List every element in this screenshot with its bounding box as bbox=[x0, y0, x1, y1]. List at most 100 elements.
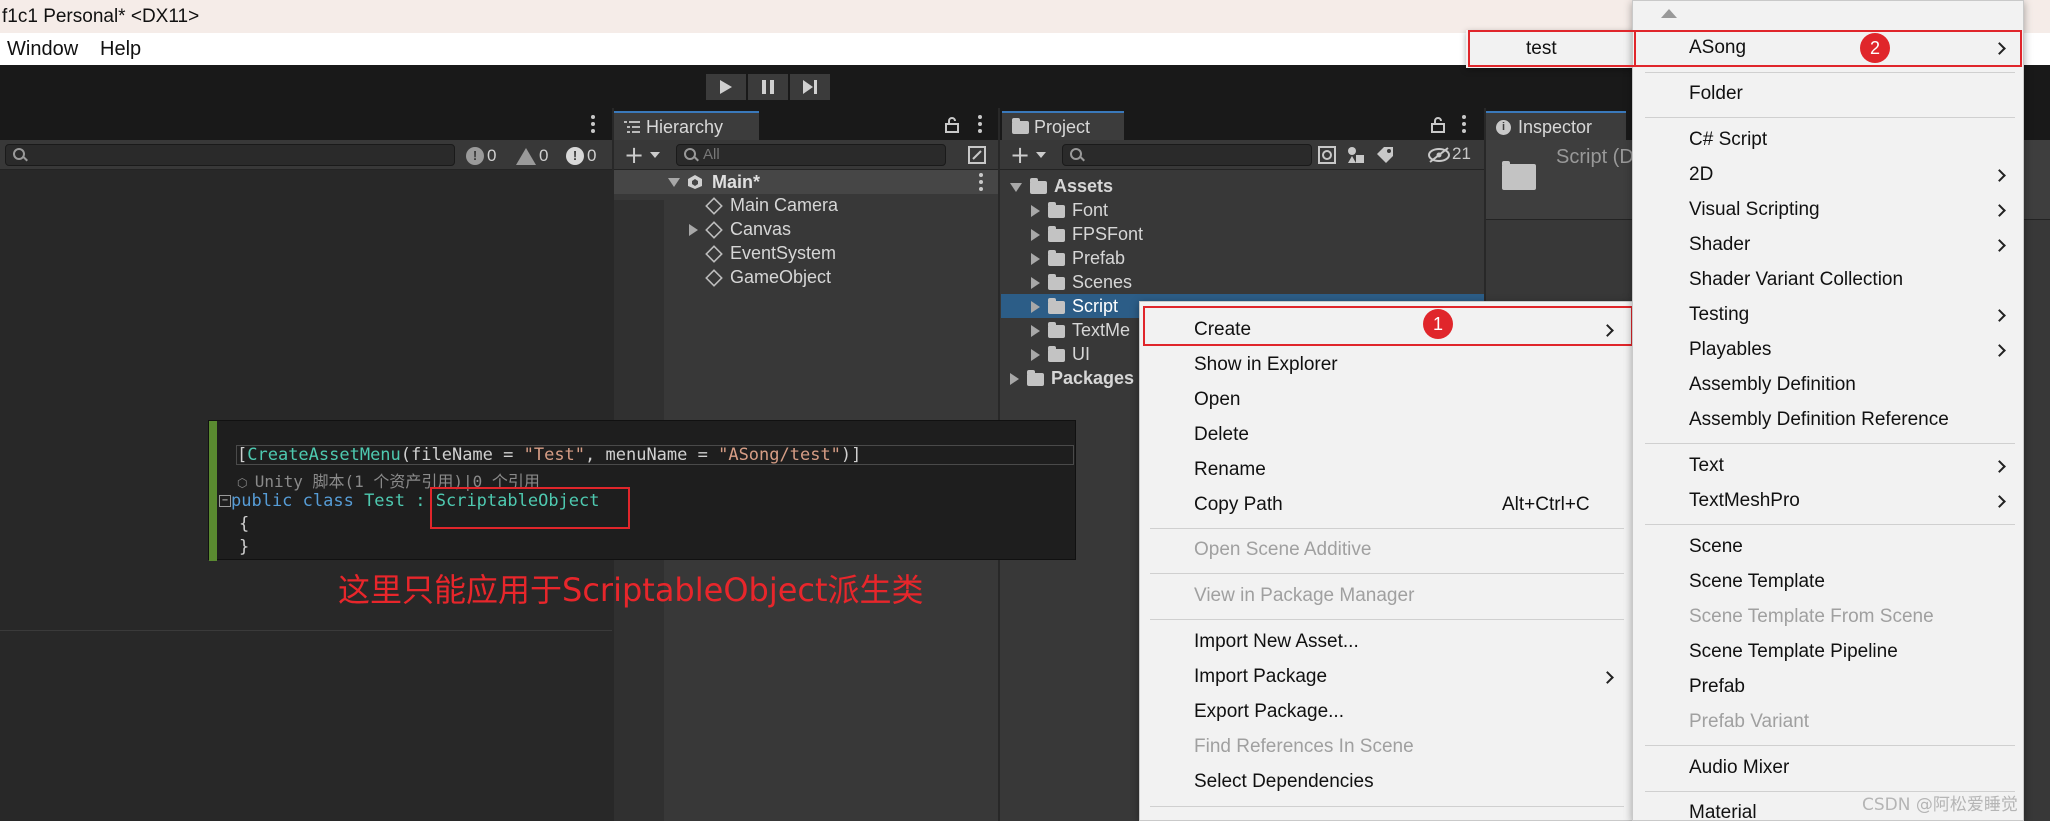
menu-item-playables[interactable]: Playables bbox=[1689, 335, 2019, 365]
menu-item-view-in-package-manager: View in Package Manager bbox=[1194, 585, 1415, 606]
expand-icon[interactable] bbox=[1031, 229, 1040, 242]
expand-icon[interactable] bbox=[668, 178, 680, 187]
unity-scene-icon bbox=[688, 175, 702, 189]
menu-item-shader[interactable]: Shader bbox=[1689, 230, 2019, 260]
code-token: [ bbox=[237, 445, 248, 465]
menu-item-prefab[interactable]: Prefab bbox=[1689, 672, 1745, 702]
search-by-type-icon[interactable] bbox=[1318, 146, 1336, 164]
code-line-4: { bbox=[239, 514, 250, 534]
step-button[interactable] bbox=[790, 74, 830, 100]
menu-window[interactable]: Window bbox=[7, 33, 78, 65]
menu-item-copy-path[interactable]: Copy Path Alt+Ctrl+C bbox=[1194, 490, 1614, 520]
menu-item-select-dependencies[interactable]: Select Dependencies bbox=[1194, 767, 1374, 797]
menu-item-textmeshpro[interactable]: TextMeshPro bbox=[1689, 486, 2019, 516]
tab-hierarchy-label: Hierarchy bbox=[646, 117, 724, 137]
project-folder-textmeshpro[interactable]: TextMe bbox=[1031, 318, 1130, 342]
expand-icon[interactable] bbox=[1031, 205, 1040, 218]
hierarchy-item-eventsystem[interactable]: EventSystem bbox=[705, 241, 836, 265]
expand-icon[interactable] bbox=[1031, 253, 1040, 266]
hierarchy-item-canvas[interactable]: Canvas bbox=[689, 217, 791, 241]
scene-row[interactable]: Main* bbox=[614, 170, 998, 194]
project-folder-script[interactable]: Script bbox=[1031, 294, 1118, 318]
menu-item-open[interactable]: Open bbox=[1194, 385, 1240, 415]
expand-icon[interactable] bbox=[1031, 277, 1040, 290]
project-folder-fpsfont[interactable]: FPSFont bbox=[1031, 222, 1143, 246]
project-folder-ui[interactable]: UI bbox=[1031, 342, 1090, 366]
add-icon[interactable]: + bbox=[1010, 141, 1030, 169]
menu-item-rename[interactable]: Rename bbox=[1194, 455, 1266, 485]
lock-icon[interactable] bbox=[1431, 117, 1445, 133]
menu-item-shader-variant-collection[interactable]: Shader Variant Collection bbox=[1689, 265, 1903, 295]
expand-icon[interactable] bbox=[689, 224, 698, 237]
hierarchy-item-gameobject[interactable]: GameObject bbox=[705, 265, 831, 289]
console-tabbar bbox=[0, 108, 612, 140]
menu-item-export-package[interactable]: Export Package... bbox=[1194, 697, 1344, 727]
collapse-icon[interactable]: − bbox=[219, 495, 231, 507]
add-icon[interactable]: + bbox=[624, 141, 644, 169]
submenu-arrow-icon bbox=[1993, 309, 2006, 322]
assets-label: Assets bbox=[1054, 176, 1114, 196]
menu-item-csharp-script[interactable]: C# Script bbox=[1689, 125, 1767, 155]
hierarchy-item-main-camera[interactable]: Main Camera bbox=[705, 193, 838, 217]
menu-item-import-package[interactable]: Import Package bbox=[1194, 662, 1624, 692]
menu-item-audio-mixer[interactable]: Audio Mixer bbox=[1689, 753, 1789, 783]
hierarchy-menu-icon[interactable] bbox=[978, 115, 982, 133]
menu-item-assembly-definition[interactable]: Assembly Definition bbox=[1689, 370, 1856, 400]
project-packages-root[interactable]: Packages bbox=[1010, 366, 1134, 390]
menu-separator bbox=[1150, 573, 1624, 574]
add-dropdown-icon[interactable] bbox=[650, 152, 660, 158]
expand-icon[interactable] bbox=[1010, 182, 1022, 192]
menu-separator bbox=[1645, 117, 2015, 118]
console-warn-count[interactable]: 0 bbox=[516, 146, 548, 166]
menu-help[interactable]: Help bbox=[100, 33, 141, 65]
project-assets-root[interactable]: Assets bbox=[1010, 174, 1113, 198]
submenu-arrow-icon bbox=[1993, 239, 2006, 252]
menu-item-visual-scripting[interactable]: Visual Scripting bbox=[1689, 195, 2019, 225]
expand-icon[interactable] bbox=[1031, 325, 1040, 338]
expand-icon[interactable] bbox=[1031, 349, 1040, 362]
scene-menu-icon[interactable] bbox=[979, 173, 983, 191]
console-error-count[interactable]: ! 0 bbox=[566, 146, 596, 166]
console-menu-icon[interactable] bbox=[591, 115, 595, 133]
label-icon[interactable] bbox=[1376, 146, 1394, 164]
menu-item-testing[interactable]: Testing bbox=[1689, 300, 2019, 330]
project-search-input[interactable] bbox=[1062, 144, 1312, 166]
play-button[interactable] bbox=[706, 74, 746, 100]
hidden-packages-icon[interactable] bbox=[1428, 146, 1450, 164]
submenu-arrow-icon bbox=[1993, 460, 2006, 473]
project-folder-scenes[interactable]: Scenes bbox=[1031, 270, 1132, 294]
tab-inspector[interactable]: i Inspector bbox=[1486, 111, 1626, 140]
menu-item-scene[interactable]: Scene bbox=[1689, 532, 1743, 562]
project-folder-font[interactable]: Font bbox=[1031, 198, 1108, 222]
pause-button[interactable] bbox=[748, 74, 788, 100]
error-icon: ! bbox=[566, 147, 584, 165]
expand-icon[interactable] bbox=[1010, 373, 1019, 386]
filter-by-type-icon[interactable] bbox=[1346, 146, 1366, 164]
menu-item-label: Shader bbox=[1689, 234, 1751, 255]
menu-item-2d[interactable]: 2D bbox=[1689, 160, 2019, 190]
add-dropdown-icon[interactable] bbox=[1036, 152, 1046, 158]
code-line-1: [CreateAssetMenu(fileName = "Test", menu… bbox=[237, 445, 861, 465]
project-folder-prefab[interactable]: Prefab bbox=[1031, 246, 1125, 270]
tab-hierarchy[interactable]: Hierarchy bbox=[614, 111, 759, 140]
menu-item-show-in-explorer[interactable]: Show in Explorer bbox=[1194, 350, 1338, 380]
menu-item-delete[interactable]: Delete bbox=[1194, 420, 1249, 450]
menu-item-scene-template[interactable]: Scene Template bbox=[1689, 567, 1825, 597]
menu-item-import-new-asset[interactable]: Import New Asset... bbox=[1194, 627, 1359, 657]
console-search-input[interactable] bbox=[5, 144, 455, 166]
menu-item-assembly-definition-reference[interactable]: Assembly Definition Reference bbox=[1689, 405, 1949, 435]
tab-project[interactable]: Project bbox=[1002, 111, 1124, 140]
lock-icon[interactable] bbox=[945, 117, 959, 133]
hierarchy-search-input[interactable]: All bbox=[676, 144, 946, 166]
expand-icon[interactable] bbox=[1031, 301, 1040, 314]
menu-item-material[interactable]: Material bbox=[1689, 798, 1757, 821]
menu-item-scene-template-pipeline[interactable]: Scene Template Pipeline bbox=[1689, 637, 1898, 667]
menu-item-text[interactable]: Text bbox=[1689, 451, 2019, 481]
scroll-up-icon[interactable] bbox=[1661, 9, 1677, 18]
scene-visibility-icon[interactable] bbox=[968, 146, 986, 164]
menu-item-folder[interactable]: Folder bbox=[1689, 79, 1743, 109]
console-info-count[interactable]: ! 0 bbox=[466, 146, 496, 166]
menu-item-label: Testing bbox=[1689, 304, 1750, 325]
project-menu-icon[interactable] bbox=[1462, 115, 1466, 133]
warn-count: 0 bbox=[539, 146, 549, 165]
